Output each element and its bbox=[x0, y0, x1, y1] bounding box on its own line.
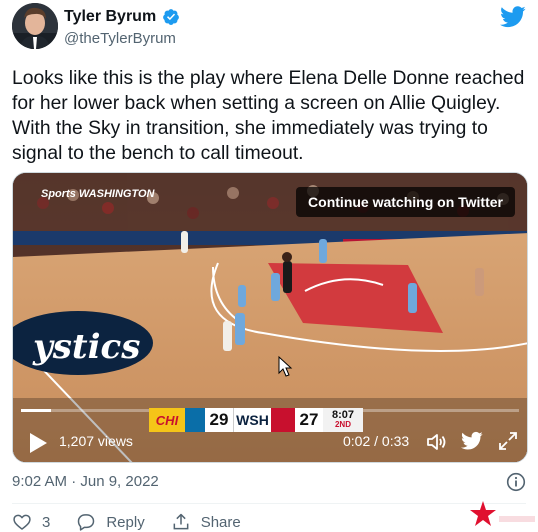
twitter-share-icon[interactable] bbox=[461, 431, 483, 451]
share-button[interactable]: Share bbox=[171, 512, 241, 532]
video-controls: 1,207 views 0:02 / 0:33 bbox=[13, 425, 527, 461]
video-time: 0:02 / 0:33 bbox=[343, 433, 410, 449]
video-player[interactable]: ystics Sports WASHINGTON Continue watchi… bbox=[12, 172, 528, 463]
avatar-photo bbox=[12, 3, 58, 49]
divider bbox=[12, 503, 526, 504]
like-button[interactable]: 3 bbox=[12, 512, 50, 532]
twitter-bird-icon[interactable] bbox=[500, 6, 526, 28]
watermark-logo bbox=[470, 501, 535, 526]
tweet-timestamp[interactable]: 9:02 AM · Jun 9, 2022 bbox=[12, 473, 159, 490]
verified-badge-icon bbox=[163, 9, 180, 25]
play-icon[interactable] bbox=[27, 431, 49, 455]
video-progress-fill bbox=[21, 409, 51, 412]
view-count: 1,207 views bbox=[59, 433, 133, 449]
heart-icon bbox=[13, 514, 31, 530]
court-logo-text: ystics bbox=[32, 327, 140, 367]
avatar[interactable] bbox=[12, 3, 58, 49]
fullscreen-icon[interactable] bbox=[497, 430, 519, 452]
info-icon[interactable] bbox=[506, 472, 526, 492]
tweet-actions: 3 Reply Share bbox=[12, 512, 267, 532]
author-row: Tyler Byrum bbox=[64, 8, 180, 26]
share-icon bbox=[173, 513, 189, 530]
like-count: 3 bbox=[42, 513, 51, 531]
reply-button[interactable]: Reply bbox=[76, 512, 145, 532]
broadcaster-logo: Sports WASHINGTON bbox=[41, 188, 156, 200]
reply-icon bbox=[78, 514, 95, 531]
reply-label: Reply bbox=[106, 513, 145, 531]
author-handle[interactable]: @theTylerByrum bbox=[64, 30, 176, 47]
volume-icon[interactable] bbox=[425, 430, 449, 454]
tweet-card: Tyler Byrum @theTylerByrum Looks like th… bbox=[0, 0, 538, 532]
author-name[interactable]: Tyler Byrum bbox=[64, 8, 156, 26]
continue-watching-button[interactable]: Continue watching on Twitter bbox=[296, 187, 515, 217]
scorebug-time: 8:07 bbox=[331, 409, 355, 421]
share-label: Share bbox=[200, 513, 241, 531]
tweet-text: Looks like this is the play where Elena … bbox=[12, 68, 525, 164]
